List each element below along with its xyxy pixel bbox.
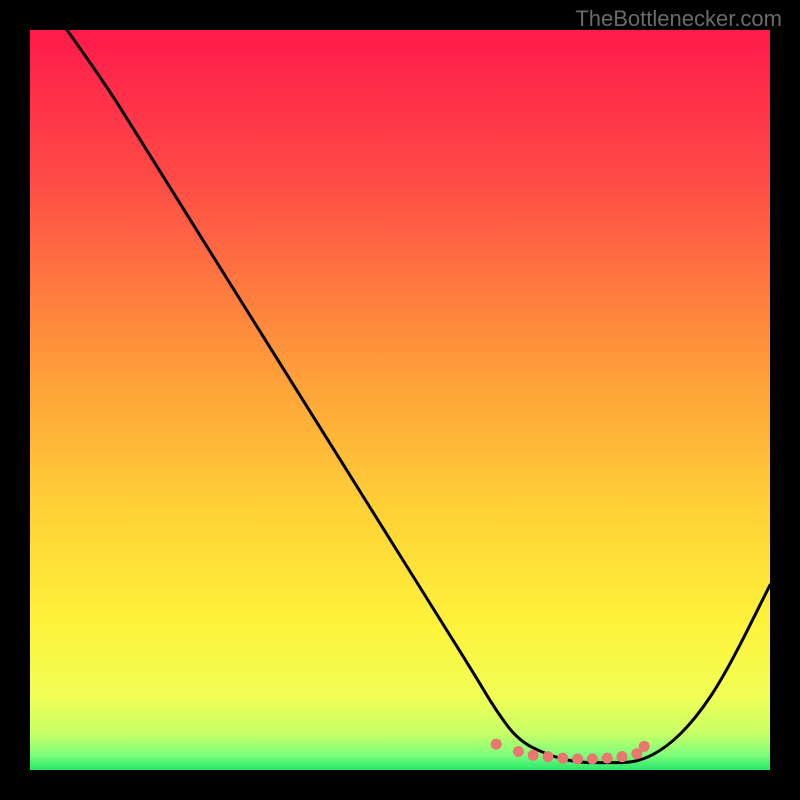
optimal-dot: [602, 753, 613, 764]
optimal-dot: [491, 739, 502, 750]
watermark-text: TheBottlenecker.com: [575, 6, 782, 32]
optimal-dot: [543, 751, 554, 762]
optimal-dot: [572, 753, 583, 764]
bottleneck-curve: [67, 30, 770, 763]
optimal-dot: [557, 753, 568, 764]
optimal-dot: [617, 751, 628, 762]
optimal-dot: [528, 750, 539, 761]
optimal-dot: [639, 741, 650, 752]
curve-layer: [30, 30, 770, 770]
chart-area: [30, 30, 770, 770]
optimal-dot: [513, 746, 524, 757]
optimal-dot: [587, 753, 598, 764]
